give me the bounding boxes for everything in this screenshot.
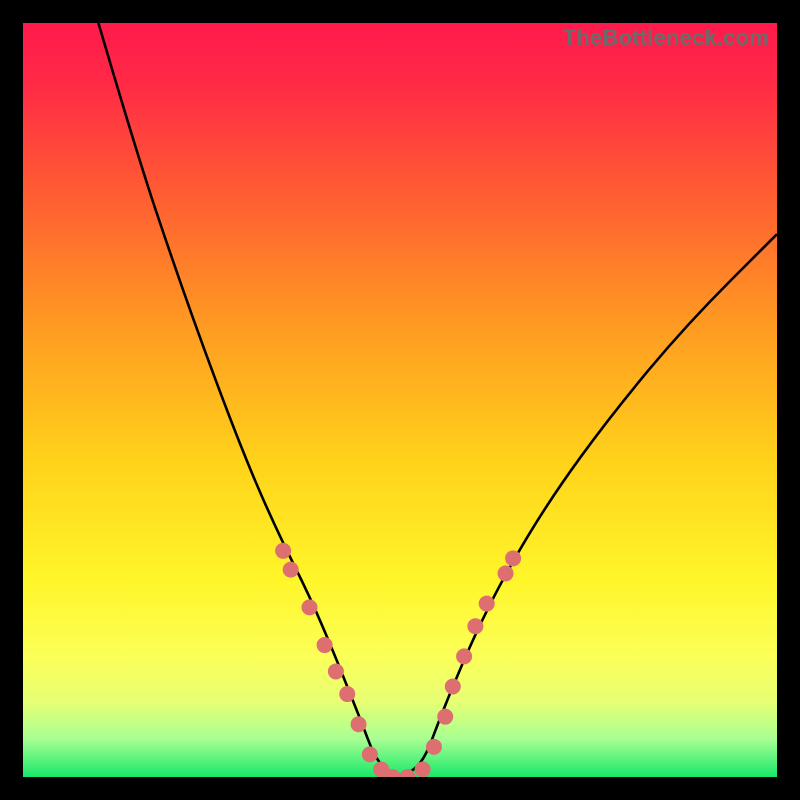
- sample-point: [498, 565, 514, 581]
- sample-point: [445, 679, 461, 695]
- chart-background: [23, 23, 777, 777]
- sample-point: [479, 596, 495, 612]
- chart-svg: [23, 23, 777, 777]
- sample-point: [328, 663, 344, 679]
- sample-point: [415, 761, 431, 777]
- sample-point: [362, 746, 378, 762]
- watermark-text: TheBottleneck.com: [563, 25, 769, 51]
- sample-point: [317, 637, 333, 653]
- sample-point: [467, 618, 483, 634]
- sample-point: [437, 709, 453, 725]
- sample-point: [339, 686, 355, 702]
- sample-point: [275, 543, 291, 559]
- sample-point: [456, 648, 472, 664]
- sample-point: [351, 716, 367, 732]
- plot-area: TheBottleneck.com: [23, 23, 777, 777]
- sample-point: [283, 562, 299, 578]
- sample-point: [505, 550, 521, 566]
- sample-point: [302, 599, 318, 615]
- chart-frame: TheBottleneck.com: [20, 20, 780, 780]
- sample-point: [426, 739, 442, 755]
